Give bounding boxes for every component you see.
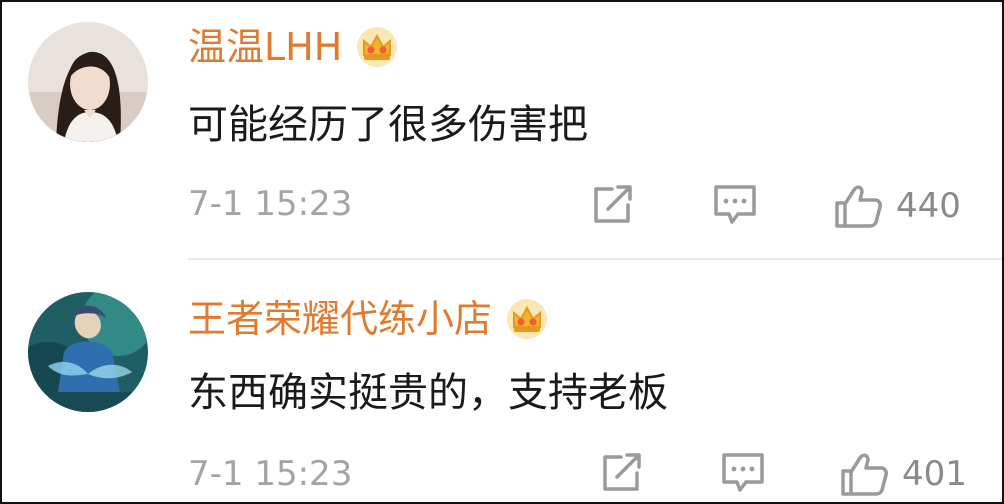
- comment-item: 王者荣耀代练小店 东西确实挺贵的，支持老板 7-1 15:23 401: [2, 260, 1002, 502]
- like-count: 401: [902, 454, 967, 494]
- comment-list: 温温LHH 可能经历了很多伤害把 7-1 15:23 440 王者荣耀代练小店 …: [0, 0, 1004, 504]
- like-count: 440: [896, 186, 961, 226]
- username[interactable]: 王者荣耀代练小店: [188, 296, 550, 342]
- comment-text: 东西确实挺贵的，支持老板: [188, 370, 668, 416]
- comment-timestamp: 7-1 15:23: [188, 184, 353, 224]
- like-button[interactable]: 401: [838, 450, 967, 498]
- repost-button[interactable]: [590, 182, 636, 226]
- comment-icon: [722, 453, 764, 492]
- comment-icon: [714, 185, 756, 224]
- avatar[interactable]: [28, 292, 148, 412]
- avatar[interactable]: [28, 22, 148, 142]
- comment-button[interactable]: [720, 450, 766, 494]
- comment-text: 可能经历了很多伤害把: [188, 102, 588, 148]
- comment-button[interactable]: [712, 182, 758, 226]
- like-button[interactable]: 440: [832, 182, 961, 230]
- username-text[interactable]: 温温LHH: [188, 24, 342, 70]
- vip-crown-icon: [354, 24, 400, 70]
- repost-icon: [603, 453, 641, 491]
- thumbs-up-icon: [835, 185, 882, 228]
- thumbs-up-icon: [841, 453, 888, 496]
- comment-item: 温温LHH 可能经历了很多伤害把 7-1 15:23 440: [2, 2, 1002, 256]
- repost-icon: [594, 185, 632, 223]
- vip-crown-icon: [504, 296, 550, 342]
- comment-timestamp: 7-1 15:23: [188, 454, 353, 494]
- username[interactable]: 温温LHH: [188, 24, 400, 70]
- username-text[interactable]: 王者荣耀代练小店: [188, 296, 492, 342]
- repost-button[interactable]: [599, 450, 645, 494]
